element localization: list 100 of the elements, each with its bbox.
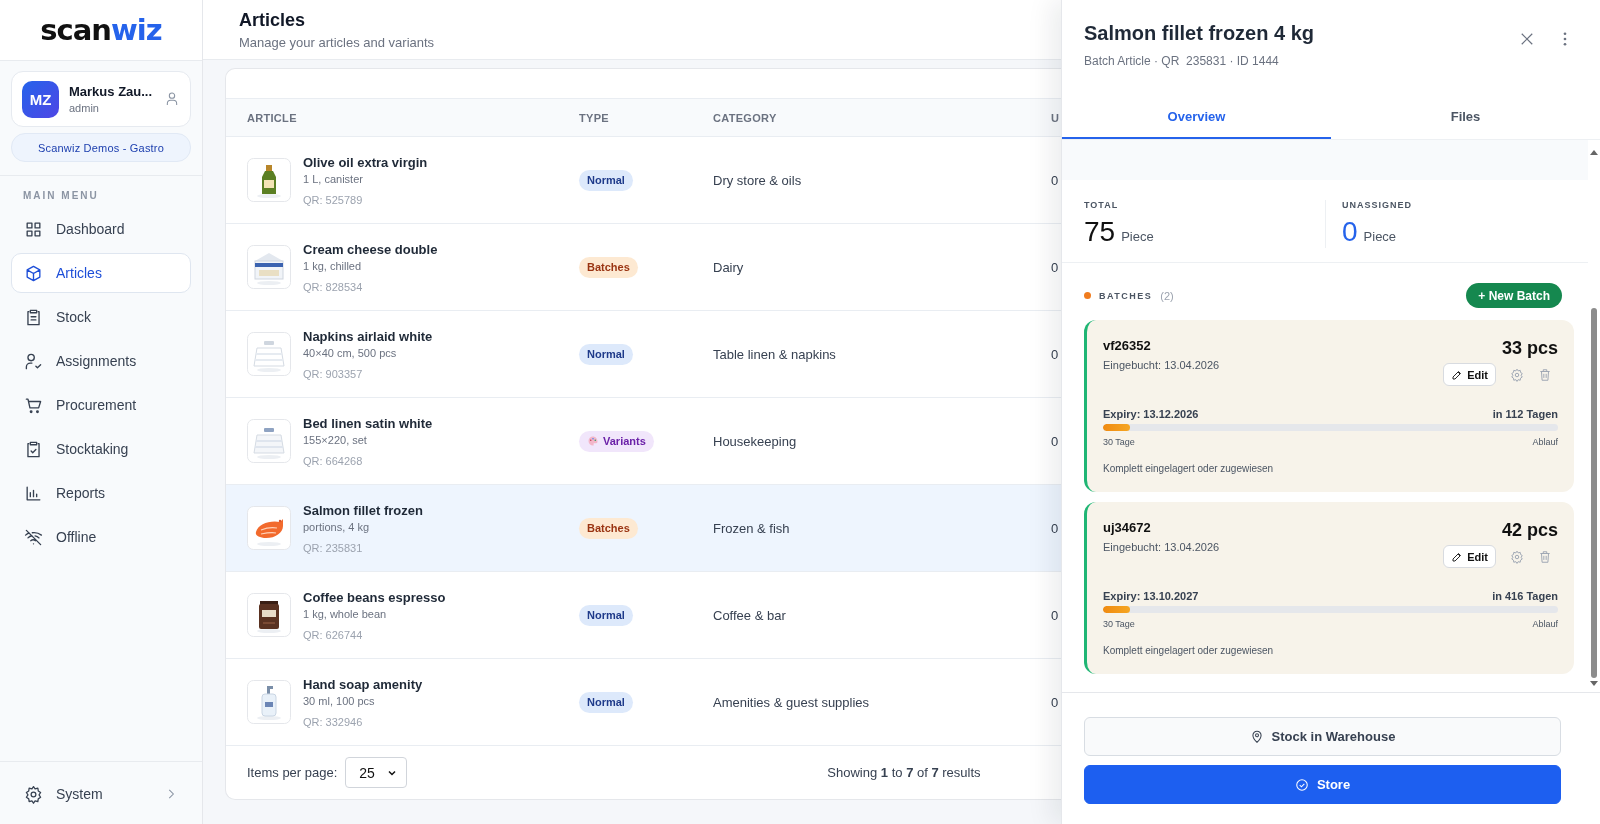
table-cell-text: 0 bbox=[1051, 433, 1060, 449]
table-cell-text: 0 bbox=[1051, 520, 1060, 536]
settings-icon bbox=[24, 784, 43, 804]
batch-quantity: 33 pcs bbox=[1501, 338, 1558, 359]
category-cell-text: Dairy bbox=[713, 259, 745, 275]
table-row[interactable]: Salmon fillet frozen portions, 4 kg QR: 235831 Batches Frozen & fish 0 bbox=[226, 484, 1061, 571]
results-summary: Showing 1 to 7 of 7 results bbox=[827, 765, 981, 780]
expiry-remaining: in 112 Tagen bbox=[1492, 408, 1558, 420]
column-header: TYPE bbox=[579, 111, 610, 124]
article-qr: QR: 664268 bbox=[303, 454, 364, 467]
scale-end: Ablauf bbox=[1532, 437, 1558, 447]
location-pin-icon bbox=[1249, 729, 1264, 744]
article-details: 1 kg, chilled bbox=[303, 259, 363, 272]
scale-start: 30 Tage bbox=[1103, 619, 1135, 629]
menu-item[interactable]: Dashboard bbox=[11, 209, 191, 249]
article-qr: QR: 626744 bbox=[303, 628, 364, 641]
article-details: 30 ml, 100 pcs bbox=[303, 694, 376, 707]
article-details: 1 L, canister bbox=[303, 172, 364, 185]
stat-value: 75 bbox=[1084, 216, 1116, 248]
drawer-subtitle: Batch Article · QR 235831 · ID 1444 bbox=[1084, 54, 1280, 68]
items-per-page-label: Items per page: bbox=[247, 765, 338, 780]
type-badge: Normal bbox=[579, 604, 633, 626]
settings-icon[interactable] bbox=[1510, 549, 1524, 564]
column-header: U bbox=[1051, 111, 1061, 124]
scale-end: Ablauf bbox=[1532, 619, 1558, 629]
table-cell-text: 0 bbox=[1051, 346, 1060, 362]
article-name: Napkins airlaid white bbox=[303, 328, 433, 344]
user-check-icon bbox=[24, 351, 43, 371]
clipboard-check-icon bbox=[24, 439, 43, 459]
article-name: Olive oil extra virgin bbox=[303, 154, 428, 170]
pencil-icon bbox=[1451, 550, 1464, 563]
edit-button[interactable]: Edit bbox=[1443, 363, 1496, 386]
type-badge: Batches bbox=[579, 517, 638, 539]
category-cell-text: Amenities & guest supplies bbox=[713, 694, 871, 710]
user-card[interactable]: MZ Markus Zau... admin bbox=[11, 71, 191, 127]
cart-icon bbox=[24, 395, 43, 415]
drawer-tab[interactable]: Files bbox=[1331, 95, 1600, 139]
table-cell-text: 0 bbox=[1051, 694, 1060, 710]
table-row[interactable]: Olive oil extra virgin 1 L, canister QR: 525789 Normal Dry store & oils 0 bbox=[226, 136, 1061, 223]
article-name: Cream cheese double bbox=[303, 241, 438, 257]
stat-unit: Piece bbox=[1363, 229, 1397, 244]
article-qr: QR: 525789 bbox=[303, 193, 364, 206]
edit-button[interactable]: Edit bbox=[1443, 545, 1496, 568]
stat-label: TOTAL bbox=[1084, 200, 1120, 210]
stat-label: UNASSIGNED bbox=[1342, 200, 1413, 210]
new-batch-button[interactable]: + New Batch bbox=[1466, 283, 1562, 308]
category-cell-text: Housekeeping bbox=[713, 433, 798, 449]
logo: scanwiz bbox=[40, 13, 162, 47]
user-role: admin bbox=[69, 102, 100, 114]
batch-quantity: 42 pcs bbox=[1501, 520, 1558, 541]
page-title: Articles bbox=[239, 9, 307, 31]
menu-item[interactable]: Assignments bbox=[11, 341, 191, 381]
table-row[interactable]: Cream cheese double 1 kg, chilled QR: 828534 Batches Dairy 0 bbox=[226, 223, 1061, 310]
settings-icon[interactable] bbox=[1510, 367, 1524, 382]
table-row[interactable]: Napkins airlaid white 40×40 cm, 500 pcs QR: 903357 Normal Table linen & napkins 0 bbox=[226, 310, 1061, 397]
pencil-icon bbox=[1451, 368, 1464, 381]
more-options-icon[interactable] bbox=[1562, 30, 1568, 48]
batches-heading: BATCHES bbox=[1099, 290, 1153, 301]
stat-unit: Piece bbox=[1121, 229, 1154, 244]
cube-icon bbox=[24, 263, 43, 283]
menu-item[interactable]: Procurement bbox=[11, 385, 191, 425]
article-qr: QR: 828534 bbox=[303, 280, 364, 293]
table-cell-text: 0 bbox=[1051, 607, 1060, 623]
article-name: Coffee beans espresso bbox=[303, 589, 446, 605]
page-size-select[interactable]: 25 bbox=[345, 757, 408, 788]
column-header: ARTICLE bbox=[247, 111, 298, 124]
type-badge: Variants bbox=[579, 430, 654, 452]
menu-item[interactable]: Articles bbox=[11, 253, 191, 293]
scale-start: 30 Tage bbox=[1103, 437, 1135, 447]
trash-icon[interactable] bbox=[1538, 549, 1552, 564]
expiry-date: Expiry: 13.10.2027 bbox=[1103, 590, 1199, 602]
wifi-off-icon bbox=[24, 527, 43, 547]
menu-item[interactable]: Stock bbox=[11, 297, 191, 337]
palette-icon bbox=[587, 435, 599, 447]
menu-item[interactable]: Stocktaking bbox=[11, 429, 191, 469]
store-button[interactable]: Store bbox=[1084, 765, 1561, 804]
article-qr: QR: 235831 bbox=[303, 541, 364, 554]
menu-item[interactable]: Reports bbox=[11, 473, 191, 513]
organization-selector[interactable]: Scanwiz Demos - Gastro bbox=[11, 133, 191, 162]
batch-code: uj34672 bbox=[1103, 520, 1152, 535]
menu-item[interactable]: Offline bbox=[11, 517, 191, 557]
batch-code: vf26352 bbox=[1103, 338, 1152, 353]
page-subtitle: Manage your articles and variants bbox=[239, 34, 436, 50]
booked-date: Eingebucht: 13.04.2026 bbox=[1103, 541, 1220, 553]
batch-status: Komplett eingelagert oder zugewiesen bbox=[1103, 463, 1275, 474]
category-cell-text: Table linen & napkins bbox=[713, 346, 837, 362]
system-menu-item[interactable]: System bbox=[11, 774, 191, 814]
dashboard-icon bbox=[24, 219, 43, 239]
article-details: 1 kg, whole bean bbox=[303, 607, 388, 620]
type-badge: Normal bbox=[579, 343, 633, 365]
booked-date: Eingebucht: 13.04.2026 bbox=[1103, 359, 1220, 371]
type-badge: Normal bbox=[579, 691, 633, 713]
table-row[interactable]: Hand soap amenity 30 ml, 100 pcs QR: 332946 Normal Amenities & guest supplies 0 bbox=[226, 658, 1061, 745]
stock-in-warehouse-button[interactable]: Stock in Warehouse bbox=[1084, 717, 1561, 756]
article-name: Bed linen satin white bbox=[303, 415, 433, 431]
trash-icon[interactable] bbox=[1538, 367, 1552, 382]
menu-heading: MAIN MENU bbox=[23, 190, 100, 201]
article-qr: QR: 903357 bbox=[303, 367, 364, 380]
table-row[interactable]: Coffee beans espresso 1 kg, whole bean QR: 626744 Normal Coffee & bar 0 bbox=[226, 571, 1061, 658]
user-name: Markus Zau... bbox=[69, 84, 154, 99]
